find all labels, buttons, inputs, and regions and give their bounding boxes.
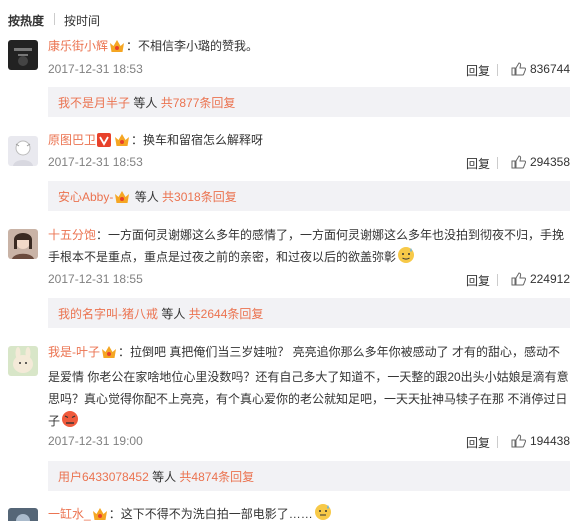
reply-summary[interactable]: 安心Abby- 等人 共3018条回复 [48, 181, 570, 211]
timestamp: 2017-12-31 18:53 [48, 155, 143, 169]
comment-text: 换车和留宿怎么解释呀 [143, 133, 264, 147]
like-count: 836744 [529, 62, 570, 76]
avatar[interactable] [8, 136, 38, 166]
comment-line: 十五分饱：一方面何灵谢娜这么多年的感情了，一方面何灵谢娜这么多年也没拍到彻夜不归… [48, 224, 570, 271]
timestamp: 2017-12-31 19:00 [48, 434, 143, 448]
reply-button[interactable]: 回复 [466, 434, 490, 451]
vip-crown-icon [92, 506, 108, 521]
vip-crown-icon [114, 190, 130, 207]
comment-text: 一方面何灵谢娜这么多年的感情了，一方面何灵谢娜这么多年也没拍到彻夜不归，手挽手根… [48, 228, 565, 264]
like-button[interactable]: 194438 [511, 434, 570, 451]
reply-mid-text: 等人 [158, 307, 189, 321]
comment-line: 原图巴卫 ：换车和留宿怎么解释呀 [48, 129, 570, 154]
vip-crown-icon [101, 344, 117, 366]
thumbs-up-icon [511, 155, 527, 172]
sort-by-hot-tab[interactable]: 按热度 [8, 12, 44, 29]
thumbs-up-icon [511, 62, 527, 79]
reply-user[interactable]: 用户6433078452 [58, 470, 149, 484]
comment-meta: 2017-12-31 18:55 回复 224912 [48, 272, 570, 288]
like-button[interactable]: 836744 [511, 62, 570, 79]
reply-button[interactable]: 回复 [466, 62, 490, 79]
meta-divider [497, 436, 498, 448]
comment-line: 我是-叶子 ：拉倒吧 真把俺们当三岁娃啦？ 亮亮追你那么多年你被感动了 才有的甜心… [48, 341, 570, 435]
thumbs-up-icon [511, 272, 527, 289]
reply-user[interactable]: 我不是月半子 [58, 96, 130, 110]
reply-user[interactable]: 安心Abby- [58, 190, 113, 204]
username[interactable]: 十五分饱 [48, 228, 96, 242]
separator: ： [96, 228, 109, 242]
separator: ： [131, 133, 144, 147]
reply-user[interactable]: 我的名字叫-猪八戒 [58, 307, 158, 321]
comment-line: 一缸水_ ：这下不得不为洗白拍一部电影了…… [48, 503, 570, 521]
reply-button[interactable]: 回复 [466, 155, 490, 172]
reply-mid-text: 等人 [131, 190, 163, 204]
avatar[interactable] [8, 229, 38, 259]
timestamp: 2017-12-31 18:53 [48, 62, 143, 76]
thumbs-up-icon [511, 434, 527, 451]
username[interactable]: 原图巴卫 [48, 133, 96, 147]
reply-count[interactable]: 共4874条回复 [179, 470, 254, 484]
avatar[interactable] [8, 40, 38, 70]
comment-meta: 2017-12-31 18:53 回复 294358 [48, 155, 570, 171]
meta-divider [497, 274, 498, 286]
reply-summary[interactable]: 用户6433078452 等人 共4874条回复 [48, 461, 570, 491]
sort-by-time-tab[interactable]: 按时间 [64, 12, 100, 29]
comment-text: 不相信李小璐的赞我。 [138, 39, 259, 53]
separator: ： [126, 39, 139, 53]
sort-bar: 按热度 按时间 [0, 0, 579, 36]
username[interactable]: 一缸水_ [48, 507, 91, 521]
like-button[interactable]: 224912 [511, 272, 570, 289]
sweat-emoji-icon [314, 503, 332, 521]
meta-divider [497, 157, 498, 169]
comment-meta: 2017-12-31 19:00 回复 194438 [48, 434, 570, 450]
comment-meta: 2017-12-31 18:53 回复 836744 [48, 62, 570, 78]
like-count: 194438 [529, 434, 570, 448]
separator: ： [108, 507, 121, 521]
comment-text: 这下不得不为洗白拍一部电影了…… [120, 507, 313, 521]
like-count: 224912 [529, 272, 570, 286]
verified-v-icon [97, 132, 112, 154]
reply-mid-text: 等人 [130, 96, 161, 110]
separator: ： [118, 345, 131, 359]
timestamp: 2017-12-31 18:55 [48, 272, 143, 286]
username[interactable]: 我是-叶子 [48, 345, 100, 359]
angry-emoji-icon [61, 410, 79, 435]
vip-crown-icon [109, 38, 125, 60]
reply-count[interactable]: 共2644条回复 [189, 307, 264, 321]
sort-divider [54, 13, 55, 25]
comment-line: 康乐街小辉 ：不相信李小璐的赞我。 [48, 35, 570, 60]
reply-button[interactable]: 回复 [466, 272, 490, 289]
reply-mid-text: 等人 [148, 470, 180, 484]
reply-summary[interactable]: 我的名字叫-猪八戒 等人 共2644条回复 [48, 298, 570, 328]
avatar[interactable] [8, 346, 38, 376]
like-count: 294358 [529, 155, 570, 169]
vip-crown-icon [114, 132, 130, 154]
username[interactable]: 康乐街小辉 [48, 39, 108, 53]
reply-summary[interactable]: 我不是月半子 等人 共7877条回复 [48, 87, 570, 117]
reply-count[interactable]: 共7877条回复 [161, 96, 236, 110]
avatar[interactable] [8, 508, 38, 521]
like-button[interactable]: 294358 [511, 155, 570, 172]
reply-count[interactable]: 共3018条回复 [162, 190, 237, 204]
meta-divider [497, 64, 498, 76]
sweat-emoji-icon [397, 246, 415, 271]
